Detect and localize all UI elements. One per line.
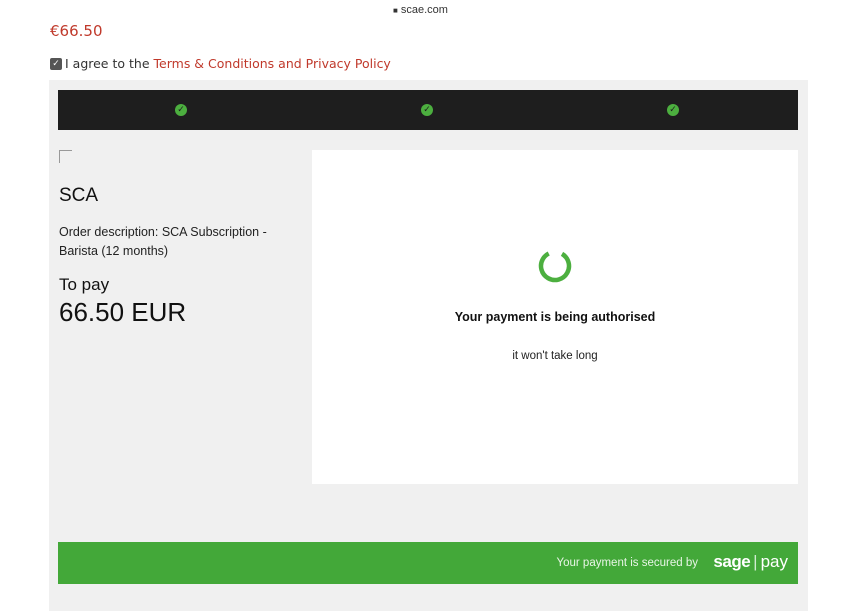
step-1-check-icon: ✓ — [175, 104, 187, 116]
payment-frame: ✓ ✓ ✓ SCA Order description: SCA Subscri… — [49, 80, 808, 611]
authorisation-title: Your payment is being authorised — [454, 310, 656, 324]
step-2-check-icon: ✓ — [421, 104, 433, 116]
secured-by-text: Your payment is secured by — [556, 557, 699, 569]
url-bar[interactable]: ■ scae.com — [0, 0, 841, 20]
terms-agreement: ✓ I agree to the Terms & Conditions and … — [50, 56, 391, 71]
loading-spinner-icon — [538, 249, 572, 283]
order-price: €66.50 — [50, 22, 103, 40]
merchant-name: SCA — [59, 185, 99, 206]
step-3-check-icon: ✓ — [667, 104, 679, 116]
lock-icon: ■ — [393, 6, 398, 15]
order-summary: SCA Order description: SCA Subscription … — [59, 150, 299, 328]
agree-text: I agree to the — [65, 56, 150, 71]
progress-steps: ✓ ✓ ✓ — [58, 90, 798, 130]
to-pay-label: To pay — [59, 275, 110, 294]
authorisation-subtitle: it won't take long — [512, 350, 598, 362]
terms-checkbox[interactable]: ✓ — [50, 57, 62, 70]
sagepay-logo: sage | pay — [713, 552, 788, 571]
authorisation-panel: Your payment is being authorised it won'… — [312, 150, 798, 484]
merchant-logo-placeholder — [59, 150, 72, 163]
secure-footer: Your payment is secured by sage | pay — [58, 542, 798, 584]
url-domain: scae.com — [400, 4, 448, 16]
terms-link[interactable]: Terms & Conditions and Privacy Policy — [154, 56, 391, 71]
order-description: Order description: SCA Subscription - Ba… — [59, 225, 267, 258]
amount-due: 66.50 EUR — [59, 297, 187, 327]
